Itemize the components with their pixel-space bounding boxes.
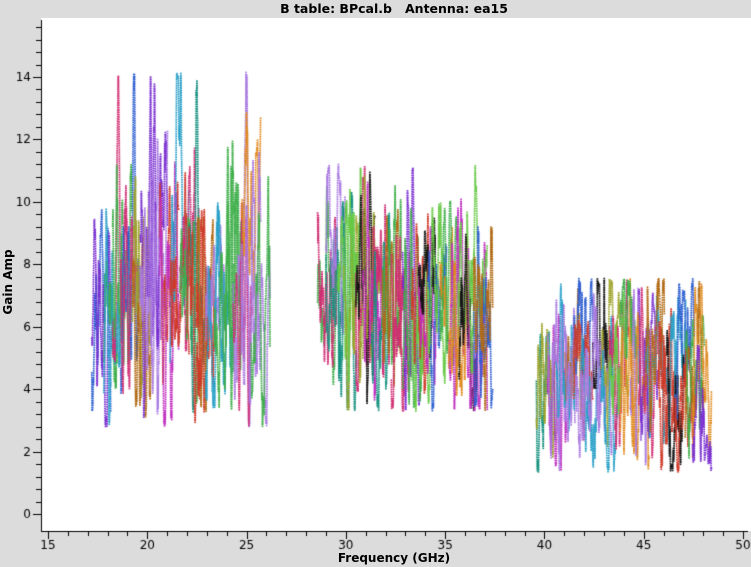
figure-area: Frequency (GHz) Gain Amp [0,18,751,567]
y-axis-label: Gain Amp [1,249,15,315]
data-canvas [0,18,751,567]
bandpass-plot-window: B table: BPcal.b Antenna: ea15 Frequency… [0,0,751,567]
x-axis-label: Frequency (GHz) [337,551,451,565]
plot-title: B table: BPcal.b Antenna: ea15 [0,0,751,18]
